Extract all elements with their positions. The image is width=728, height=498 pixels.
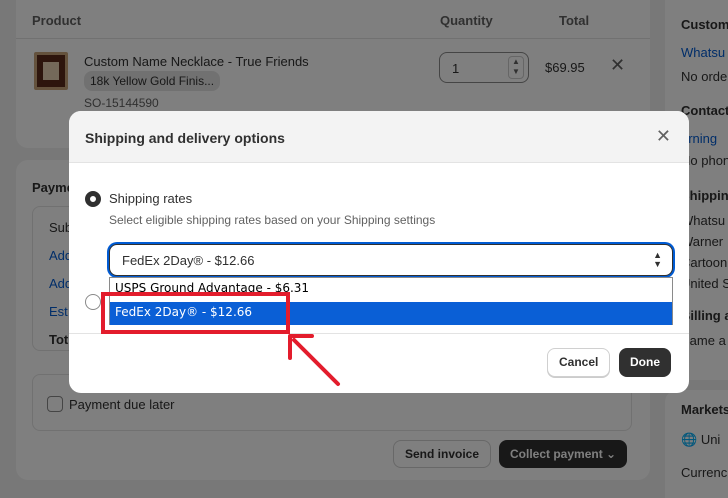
shipping-options-modal: Shipping and delivery options ✕ Shipping… <box>69 111 689 393</box>
shipping-rates-radio[interactable] <box>85 191 101 207</box>
annotation-highlight-box <box>101 292 290 334</box>
selected-rate: FedEx 2Day® - $12.66 <box>122 253 255 268</box>
shipping-rates-label[interactable]: Shipping rates <box>109 191 192 206</box>
select-chevron-icon: ▲ ▼ <box>653 250 662 269</box>
custom-rate-radio[interactable] <box>85 294 101 310</box>
annotation-arrow-icon <box>288 334 340 386</box>
modal-title: Shipping and delivery options <box>85 130 285 146</box>
cancel-button[interactable]: Cancel <box>547 348 611 377</box>
modal-header: Shipping and delivery options ✕ <box>69 111 689 163</box>
shipping-rate-select[interactable]: FedEx 2Day® - $12.66 ▲ ▼ <box>109 244 673 276</box>
shipping-rates-help: Select eligible shipping rates based on … <box>109 213 436 227</box>
done-button[interactable]: Done <box>619 348 671 377</box>
close-icon[interactable]: ✕ <box>656 126 671 147</box>
